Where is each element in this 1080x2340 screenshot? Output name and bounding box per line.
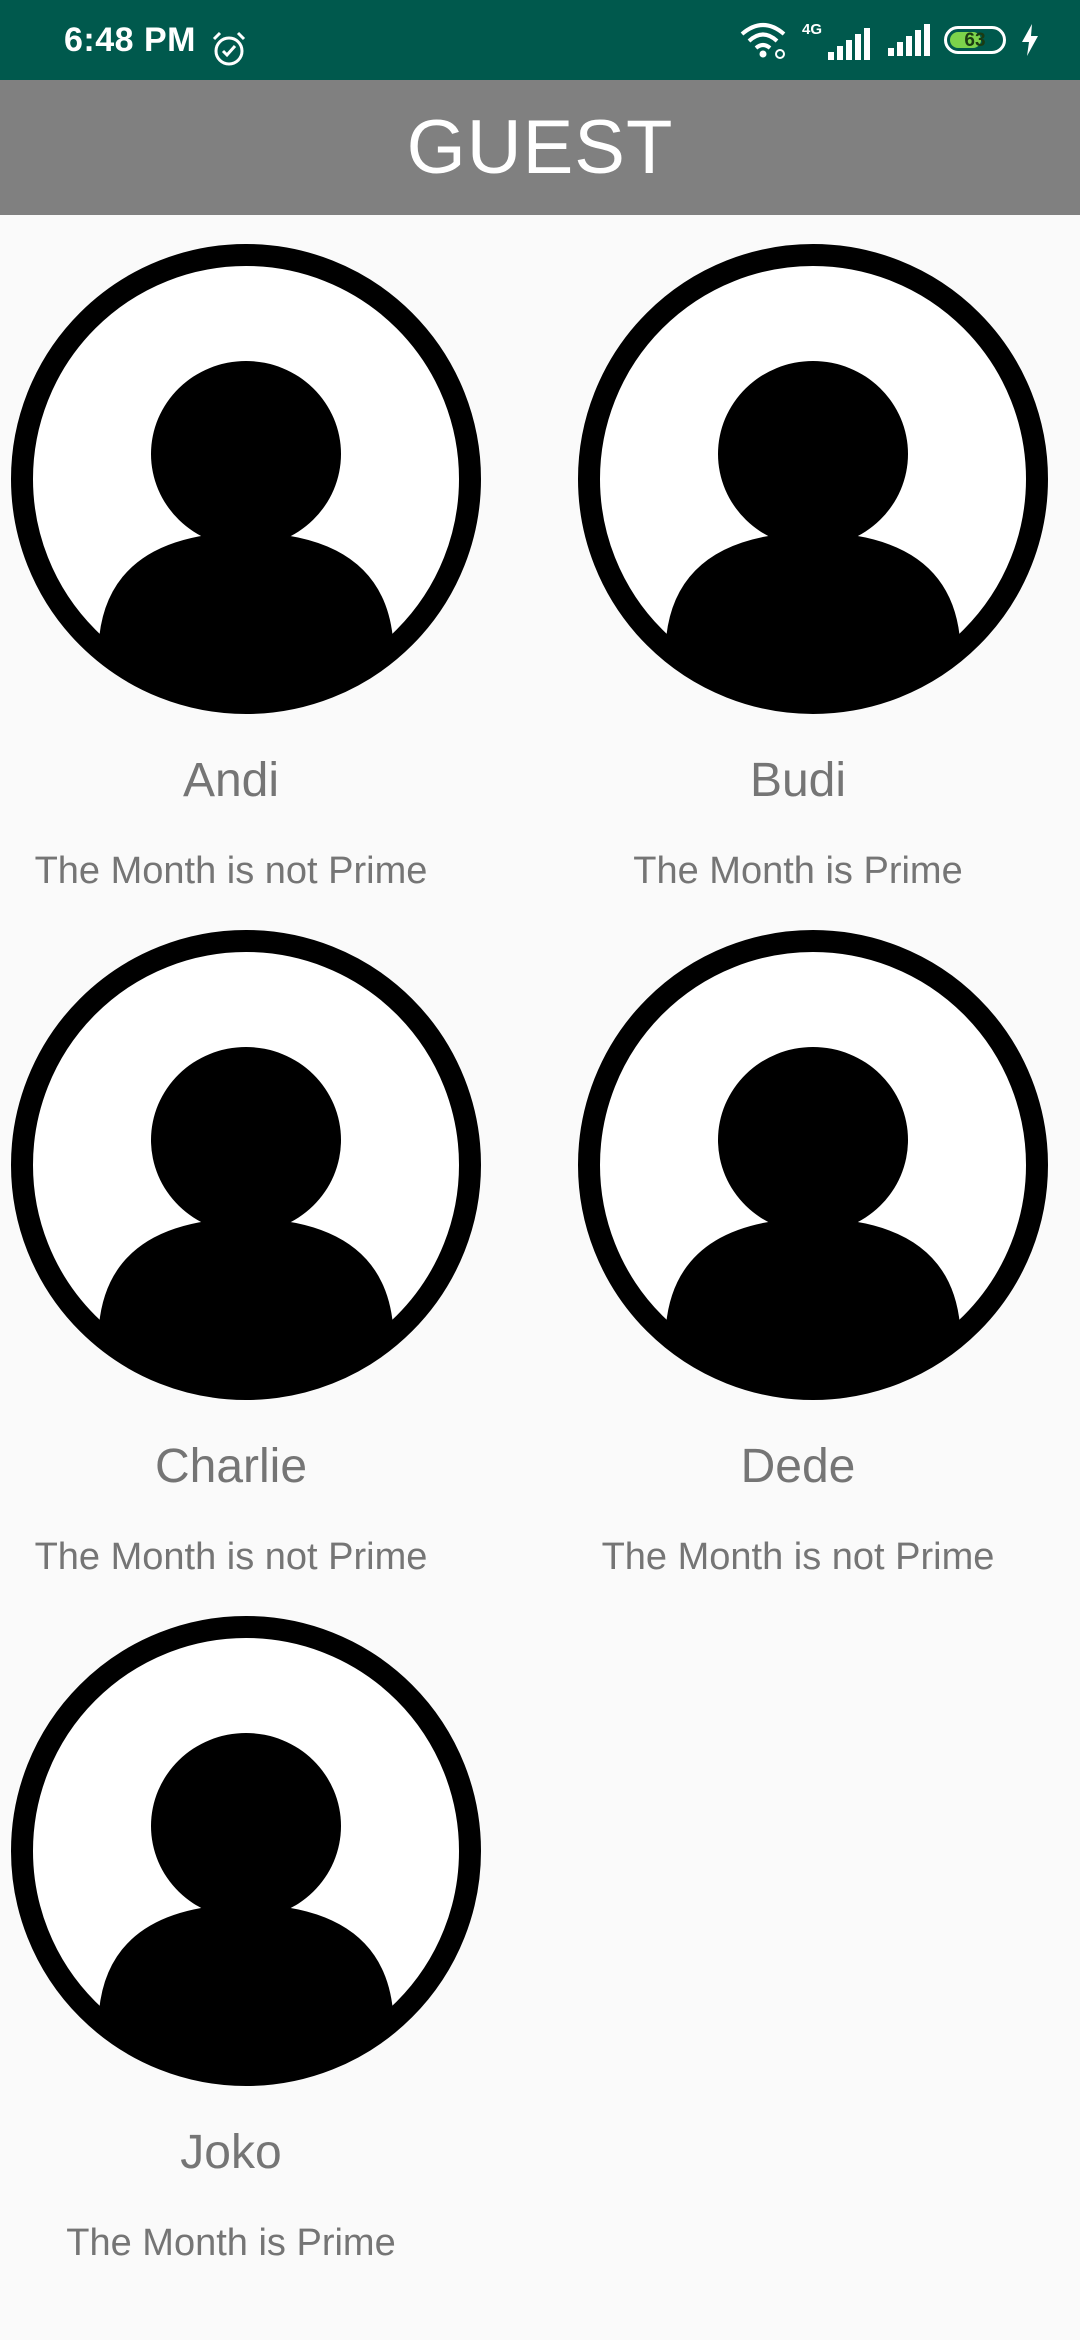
- user-avatar-icon: [578, 930, 1048, 1400]
- user-avatar-icon: [11, 244, 481, 714]
- wifi-icon: [740, 23, 786, 59]
- guest-card[interactable]: Andi The Month is not Prime: [0, 215, 481, 901]
- user-avatar-icon: [11, 930, 481, 1400]
- guest-card[interactable]: Joko The Month is Prime: [0, 1587, 481, 2273]
- status-time: 6:48 PM: [64, 21, 196, 59]
- guest-name: Budi: [749, 754, 847, 807]
- guest-status: The Month is Prime: [66, 2222, 396, 2264]
- guest-card[interactable]: Budi The Month is Prime: [567, 215, 1048, 901]
- battery-level: 63: [964, 29, 986, 51]
- guest-status: The Month is Prime: [633, 850, 963, 892]
- guest-name: Andi: [182, 754, 280, 807]
- guest-name: Dede: [740, 1440, 856, 1493]
- guest-card[interactable]: Charlie The Month is not Prime: [0, 901, 481, 1587]
- user-avatar-icon: [578, 244, 1048, 714]
- user-avatar-icon: [11, 1616, 481, 2086]
- guest-status: The Month is not Prime: [34, 850, 428, 892]
- guest-name: Charlie: [154, 1440, 308, 1493]
- battery-icon: 63: [944, 26, 1006, 54]
- guest-status: The Month is not Prime: [34, 1536, 428, 1578]
- app-title: GUEST: [406, 104, 674, 190]
- signal-4g-icon: 4G: [802, 20, 872, 60]
- guest-name: Joko: [180, 2126, 282, 2179]
- charging-icon: [1022, 24, 1038, 56]
- status-bar: 6:48 PM 4G 63: [0, 0, 1080, 80]
- signal-icon: [888, 24, 930, 56]
- app-bar: GUEST: [0, 80, 1080, 215]
- network-label: 4G: [801, 21, 822, 38]
- guest-card[interactable]: Dede The Month is not Prime: [567, 901, 1048, 1587]
- guest-status: The Month is not Prime: [601, 1536, 995, 1578]
- status-icons: 4G 63: [738, 18, 1040, 62]
- alarm-icon: [212, 31, 246, 66]
